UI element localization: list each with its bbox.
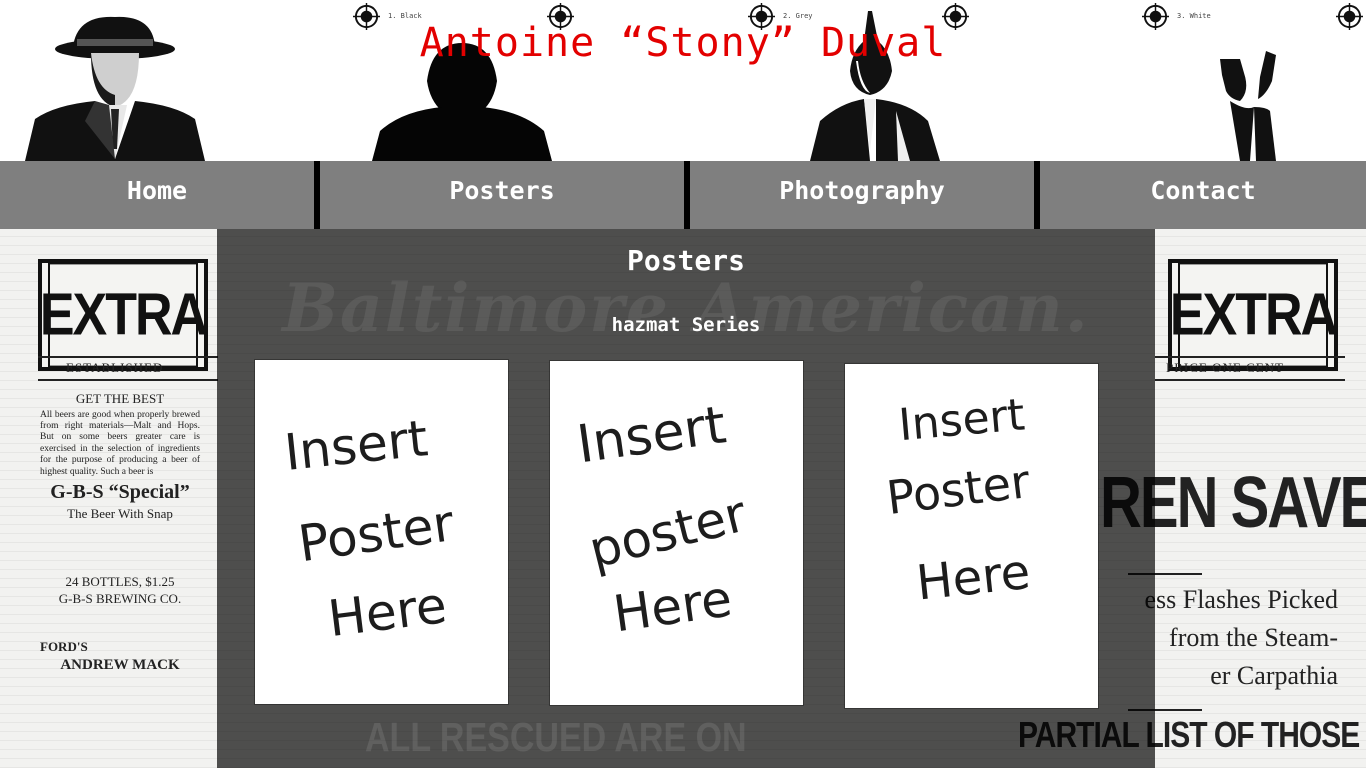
extra-label: EXTRA: [40, 262, 208, 368]
series-label: hazmat Series: [611, 314, 761, 336]
nav-home[interactable]: Home: [0, 161, 314, 229]
ad-mack: ANDREW MACK: [60, 657, 180, 674]
ad-fords: FORD'S: [40, 638, 88, 654]
extra-label: EXTRA: [1170, 262, 1338, 368]
ad-body: All beers are good when properly brewed …: [40, 409, 200, 477]
poster-text-line: poster: [583, 485, 752, 580]
poster-placeholder-image: Insert Poster Here: [282, 409, 458, 648]
poster-card[interactable]: Insert Poster Here: [255, 360, 508, 704]
ad-bottles: 24 BOTTLES, $1.25: [65, 573, 175, 589]
nav-photography[interactable]: Photography: [690, 161, 1034, 229]
poster-placeholder-image: Insert poster Here: [574, 395, 753, 643]
nav-contact[interactable]: Contact: [1040, 161, 1366, 229]
ad-heading: GET THE BEST: [75, 391, 165, 406]
nav-posters[interactable]: Posters: [320, 161, 684, 229]
poster-text-line: Poster: [884, 454, 1033, 525]
site-header: 1. Black 2. Grey 3. White Antoine “Stony…: [0, 0, 1366, 161]
poster-card[interactable]: Insert Poster Here: [845, 364, 1098, 708]
paper-rule: [1155, 356, 1345, 358]
extra-box-left: EXTRA: [38, 259, 208, 371]
paper-rule: [38, 379, 218, 381]
poster-text-line: Insert: [282, 409, 431, 482]
ad-tagline: The Beer With Snap: [67, 505, 173, 521]
ad-filler: [40, 524, 200, 572]
poster-text-line: Here: [325, 576, 450, 648]
paper-rule: [38, 356, 218, 358]
beer-advertisement: GET THE BEST All beers are good when pro…: [40, 391, 200, 676]
price-label: PRICE ONE CENT: [1166, 360, 1284, 375]
extra-box-right: EXTRA: [1168, 259, 1338, 371]
paper-rule: [1155, 379, 1345, 381]
registration-label: 3. White: [1177, 12, 1211, 20]
ad-brand: G-B-S “Special”: [50, 480, 190, 503]
page-title: Posters: [626, 244, 745, 277]
registration-label: 1. Black: [388, 12, 422, 20]
poster-text-line: Here: [914, 544, 1033, 612]
main-nav: Home Posters Photography Contact: [0, 161, 1366, 229]
ad-company: G-B-S BREWING CO.: [58, 591, 182, 607]
faded-headline: ALL RESCUED ARE ON: [365, 715, 747, 761]
site-title: Antoine “Stony” Duval: [419, 20, 947, 66]
poster-text-line: Poster: [295, 494, 458, 573]
poster-text-line: Insert: [574, 395, 730, 475]
white-man-figure: [1220, 51, 1276, 161]
registration-label: 2. Grey: [783, 12, 813, 20]
established-label: ESTABLISHED: [66, 360, 164, 375]
poster-placeholder-image: Insert Poster Here: [884, 389, 1033, 612]
poster-text-line: Insert: [897, 389, 1027, 451]
ad-spacer: [40, 609, 200, 637]
posters-panel: Baltimore American. ALL RESCUED ARE ON P…: [217, 229, 1155, 768]
poster-text-line: Here: [610, 569, 736, 643]
poster-card[interactable]: Insert poster Here: [550, 361, 803, 705]
